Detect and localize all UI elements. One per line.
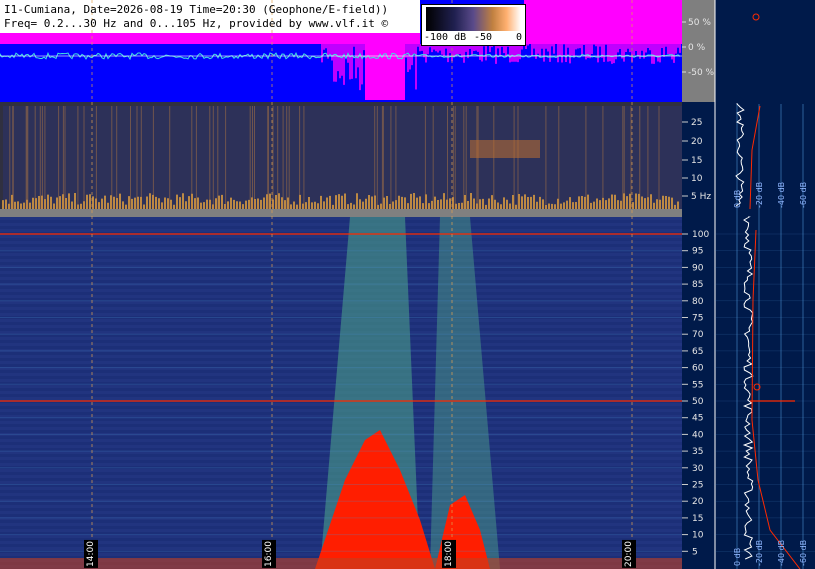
profile-db-label-lower: 0 dB [733, 548, 742, 566]
main-tick-label: 15 [692, 514, 703, 524]
colorbar-label-max: 0 [516, 32, 523, 43]
frequency-info-line: Freq= 0.2...30 Hz and 0...105 Hz, provid… [4, 17, 389, 30]
spectrogram-canvas: 50 %0 %-50 %252015105 Hz1009590858075706… [0, 0, 815, 569]
main-tick-label: 40 [692, 430, 704, 440]
main-tick-label: 95 [692, 247, 703, 257]
main-tick-label: 20 [692, 497, 704, 507]
bottom-energy-band [0, 558, 682, 569]
overload-band-right [524, 0, 682, 44]
noise-band [0, 247, 682, 250]
profile-db-label-upper: -40 dB [777, 182, 786, 208]
noise-band [0, 289, 682, 292]
time-axis-label: 20:00 [622, 540, 636, 568]
main-tick-label: 35 [692, 447, 703, 457]
profile-db-label-lower: -40 dB [777, 540, 786, 566]
noise-band [0, 319, 682, 322]
noise-band [0, 277, 682, 280]
profile-db-label-lower: -20 dB [755, 540, 764, 566]
colorbar-gradient [426, 7, 521, 31]
main-tick-label: 85 [692, 280, 703, 290]
lowfreq-tick-label: 15 [691, 156, 702, 166]
noise-band [0, 217, 682, 220]
profile-db-label-lower: -60 dB [799, 540, 808, 566]
noise-band [0, 235, 682, 238]
noise-band [0, 259, 682, 262]
waveform-tick-label: 0 % [688, 43, 706, 53]
main-tick-label: 80 [692, 297, 704, 307]
time-axis-label: 16:00 [262, 540, 276, 568]
main-tick-label: 10 [692, 531, 704, 541]
main-tick-label: 45 [692, 414, 703, 424]
main-tick-label: 55 [692, 380, 703, 390]
noise-band [0, 301, 682, 304]
station-info-line: I1-Cumiana, Date=2026-08-19 Time=20:30 (… [4, 3, 389, 16]
time-axis-label: 18:00 [442, 540, 456, 568]
lowfreq-spectrogram [3, 106, 682, 209]
main-tick-label: 100 [692, 230, 709, 240]
colorbar-label-min: -100 dB [424, 32, 467, 43]
noise-band [0, 253, 682, 256]
noise-band [0, 313, 682, 316]
noise-band [0, 295, 682, 298]
main-tick-label: 65 [692, 347, 703, 357]
main-tick-label: 50 [692, 397, 704, 407]
lowfreq-tick-label: 20 [691, 137, 703, 147]
waveform-tick-label: 50 % [688, 18, 711, 28]
main-tick-label: 70 [692, 330, 704, 340]
noise-band [0, 223, 682, 226]
profile-db-label-upper: -60 dB [799, 182, 808, 208]
profile-db-label-upper: 0 dB [733, 190, 742, 208]
main-tick-label: 90 [692, 263, 704, 273]
noise-band [0, 271, 682, 274]
overload-block [365, 44, 405, 100]
lowfreq-tick-label: 10 [691, 174, 703, 184]
noise-band [0, 229, 682, 232]
colorbar-label-mid: -50 [474, 32, 493, 43]
profile-db-label-upper: -20 dB [755, 182, 764, 208]
lowfreq-highlight [470, 140, 540, 158]
profile-panel [715, 0, 815, 569]
waveform-tick-label: -50 % [688, 68, 715, 78]
lowfreq-tick-label: 25 [691, 118, 702, 128]
time-axis-label: 14:00 [84, 540, 98, 568]
colorbar-legend: -100 dB -50 0 [421, 4, 526, 46]
noise-band [0, 241, 682, 244]
panel-separator [0, 209, 682, 217]
overload-band [0, 33, 420, 44]
noise-band [0, 307, 682, 310]
main-tick-label: 5 [692, 547, 698, 557]
vlf-monitor-display: 50 % 0 % -50 % 25 20 15 10 5 Hz 100 95 90 85 80 75 70 6… [0, 0, 815, 569]
main-tick-label: 25 [692, 481, 703, 491]
main-tick-label: 30 [692, 464, 704, 474]
lowfreq-tick-label: 5 Hz [691, 192, 711, 202]
main-tick-label: 60 [692, 364, 704, 374]
main-tick-label: 75 [692, 314, 703, 324]
